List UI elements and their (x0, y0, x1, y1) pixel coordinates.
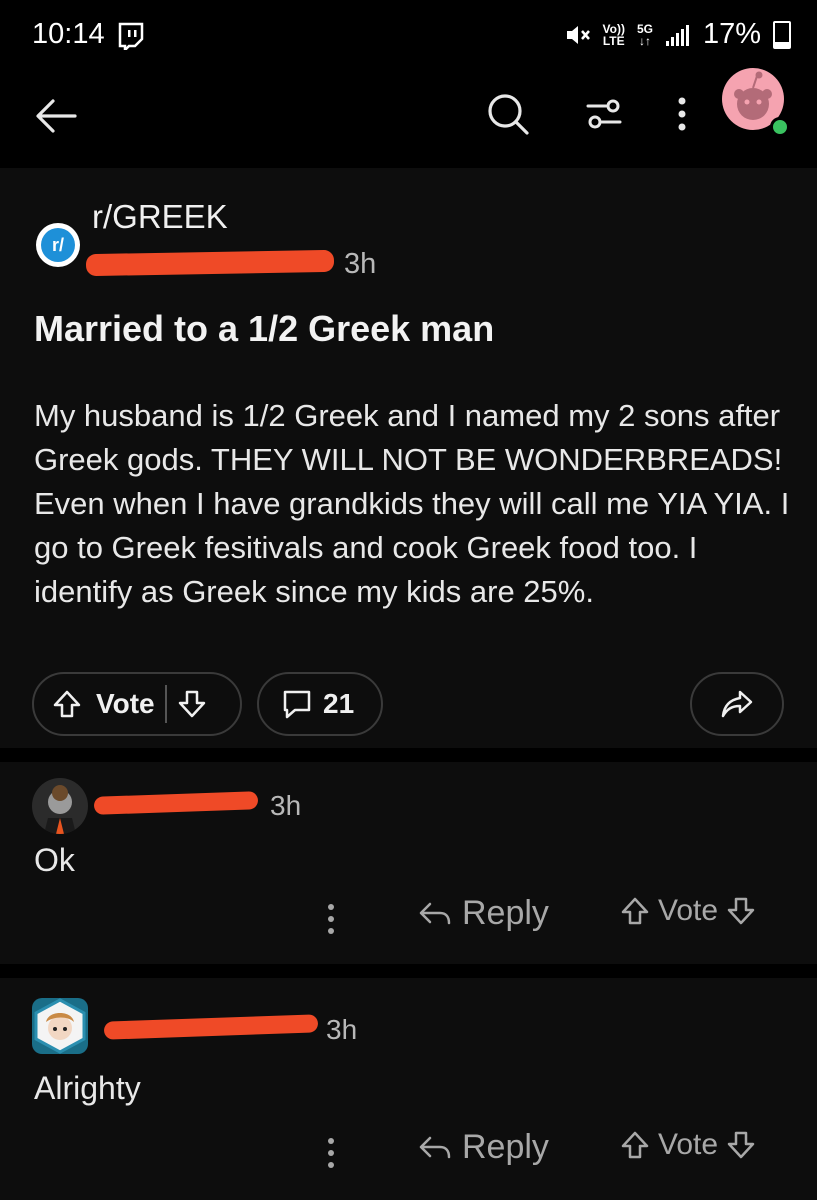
vote-control: Vote (32, 672, 242, 736)
post-title: Married to a 1/2 Greek man (34, 308, 495, 349)
comment-vote-control: Vote (620, 894, 756, 928)
comment-age: 3h (326, 1014, 358, 1045)
comment: 3h Alrighty Reply Vote (0, 978, 817, 1200)
back-button[interactable] (32, 92, 80, 140)
post-body: My husband is 1/2 Greek and I named my 2… (34, 398, 790, 609)
comment-actions: Reply Vote (0, 1128, 817, 1188)
battery-icon (773, 20, 791, 49)
upvote-arrow-icon[interactable] (620, 1130, 650, 1160)
downvote-arrow-icon[interactable] (726, 1130, 756, 1160)
more-vertical-icon (328, 1138, 334, 1168)
signal-icon (665, 24, 689, 46)
search-icon (488, 94, 529, 135)
comment-actions: Reply Vote (0, 894, 817, 954)
section-separator (0, 748, 817, 762)
sort-filter-icon (586, 99, 622, 129)
status-bar: 10:14 Vo)) LTE 5G ↓↑ 17% (0, 0, 817, 72)
sort-filter-button[interactable] (580, 90, 628, 138)
upvote-button[interactable] (52, 689, 82, 719)
comment-bubble-icon (283, 690, 311, 719)
online-status-dot (770, 117, 790, 137)
post-card: r/ r/GREEK 3h Married to a 1/2 Greek man… (0, 168, 817, 748)
more-vertical-icon (678, 97, 686, 131)
commenter-avatar[interactable] (32, 998, 88, 1054)
comment-age: 3h (270, 790, 302, 821)
search-button[interactable] (484, 90, 532, 138)
redacted-username (85, 249, 335, 277)
more-options-button[interactable] (664, 90, 700, 138)
comment-text: Ok (34, 842, 75, 878)
battery-percent: 17% (702, 18, 761, 50)
more-vertical-icon (328, 904, 334, 934)
snoo-avatar-icon (34, 998, 86, 1054)
post-age: 3h (344, 248, 377, 280)
reply-button[interactable]: Reply (418, 1128, 549, 1167)
redacted-username (103, 1014, 319, 1040)
share-button[interactable] (690, 672, 784, 736)
twitch-notification-icon (118, 22, 144, 50)
downvote-arrow-icon[interactable] (726, 896, 756, 926)
downvote-arrow-icon (178, 690, 205, 718)
redacted-username (93, 791, 259, 815)
status-icons: Vo)) LTE 5G ↓↑ 17% (565, 18, 791, 51)
volte-indicator: Vo)) LTE (602, 21, 625, 48)
comment-more-button[interactable] (326, 1136, 336, 1175)
vote-label: Vote (96, 688, 155, 719)
comment-more-button[interactable] (326, 902, 336, 941)
back-arrow-icon (36, 99, 77, 133)
subreddit-icon[interactable]: r/ (36, 223, 80, 267)
share-arrow-icon (721, 690, 753, 718)
comment: 3h Ok Reply Vote (0, 762, 817, 964)
upvote-arrow-icon (53, 690, 81, 718)
reply-arrow-icon (419, 1136, 451, 1158)
reply-arrow-icon (419, 902, 451, 924)
comments-button[interactable]: 21 (257, 672, 383, 736)
mute-icon (566, 25, 590, 44)
comment-vote-control: Vote (620, 1128, 756, 1162)
vote-divider (164, 685, 167, 723)
commenter-avatar[interactable] (32, 778, 88, 834)
upvote-arrow-icon[interactable] (620, 896, 650, 926)
snoo-avatar-icon (44, 785, 76, 834)
comment-text: Alrighty (34, 1070, 141, 1106)
downvote-button[interactable] (177, 689, 207, 719)
subreddit-name[interactable]: r/GREEK (92, 198, 228, 236)
app-bar (0, 72, 817, 168)
reply-button[interactable]: Reply (418, 894, 549, 933)
status-time: 10:14 (32, 18, 105, 50)
comment-count: 21 (323, 688, 355, 719)
section-separator (0, 964, 817, 978)
network-indicator: 5G ↓↑ (636, 21, 653, 48)
